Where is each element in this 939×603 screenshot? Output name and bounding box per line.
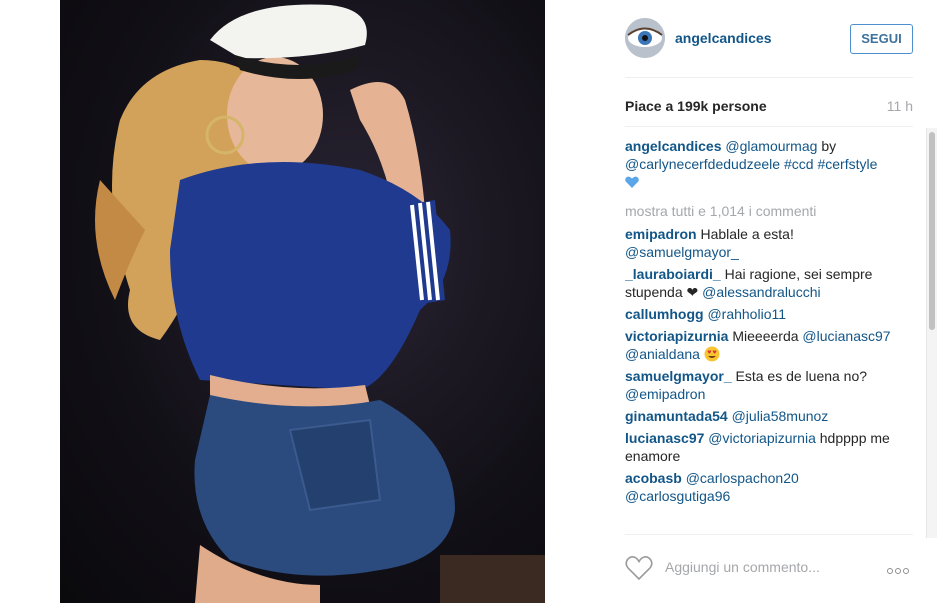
comment-mention[interactable]: @lucianasc97 bbox=[802, 328, 890, 344]
comment-username[interactable]: acobasb bbox=[625, 470, 682, 486]
more-options-icon[interactable] bbox=[887, 561, 913, 574]
photo-pane bbox=[0, 0, 605, 603]
comment-item: emipadron Hablale a esta! @samuelgmayor_ bbox=[625, 225, 913, 261]
comment-footer bbox=[625, 534, 913, 603]
post-header: angelcandices SEGUI bbox=[625, 18, 913, 78]
comment-mention[interactable]: @alessandralucchi bbox=[702, 284, 821, 300]
show-all-comments-link[interactable]: mostra tutti e 1,014 i commenti bbox=[625, 203, 913, 219]
comment-item: _lauraboiardi_ Hai ragione, sei sempre s… bbox=[625, 265, 913, 301]
comment-mention[interactable]: @rahholio11 bbox=[707, 306, 786, 322]
comment-item: ginamuntada54 @julia58munoz bbox=[625, 407, 913, 425]
post-username[interactable]: angelcandices bbox=[675, 30, 772, 46]
heart-eyes-emoji-icon bbox=[704, 346, 720, 362]
caption-hashtag[interactable]: #ccd bbox=[784, 156, 814, 172]
comment-mention[interactable]: @anialdana bbox=[625, 346, 700, 362]
add-comment-input[interactable] bbox=[665, 557, 865, 577]
comment-mention[interactable]: @julia58munoz bbox=[732, 408, 829, 424]
caption-mention[interactable]: @glamourmag bbox=[725, 138, 817, 154]
post-caption: angelcandices @glamourmag by @carlynecer… bbox=[625, 137, 913, 191]
comment-item: victoriapizurnia Mieeeerda @lucianasc97 … bbox=[625, 327, 913, 363]
comment-username[interactable]: _lauraboiardi_ bbox=[625, 266, 721, 282]
comment-username[interactable]: victoriapizurnia bbox=[625, 328, 728, 344]
comment-mention[interactable]: @carlospachon20 bbox=[686, 470, 799, 486]
heart-outline-icon[interactable] bbox=[625, 555, 653, 581]
comment-text: Mieeeerda bbox=[732, 328, 799, 344]
comment-mention[interactable]: @emipadron bbox=[625, 386, 705, 402]
scrollbar[interactable] bbox=[926, 128, 937, 538]
photo-illustration bbox=[95, 4, 545, 603]
comments-list: angelcandices @glamourmag by @carlynecer… bbox=[625, 126, 913, 534]
post-sidebar: angelcandices SEGUI Piace a 199k persone… bbox=[605, 0, 939, 603]
comment-username[interactable]: lucianasc97 bbox=[625, 430, 704, 446]
photo-crate bbox=[440, 555, 545, 603]
post-photo[interactable] bbox=[60, 0, 545, 603]
follow-button[interactable]: SEGUI bbox=[850, 24, 913, 54]
likes-row: Piace a 199k persone 11 h bbox=[625, 98, 913, 118]
comment-username[interactable]: samuelgmayor_ bbox=[625, 368, 732, 384]
comment-text: Esta es de luena no? bbox=[735, 368, 868, 384]
caption-hashtag[interactable]: #cerfstyle bbox=[817, 156, 877, 172]
comment-mention[interactable]: @carlosgutiga96 bbox=[625, 488, 730, 504]
post-time[interactable]: 11 h bbox=[887, 98, 913, 114]
comment-item: callumhogg @rahholio11 bbox=[625, 305, 913, 323]
comment-item: lucianasc97 @victoriapizurnia hdpppp me … bbox=[625, 429, 913, 465]
photo-cap bbox=[210, 4, 367, 59]
blue-heart-icon bbox=[625, 176, 639, 188]
comment-mention[interactable]: @samuelgmayor_ bbox=[625, 244, 739, 260]
scrollbar-thumb[interactable] bbox=[929, 132, 935, 330]
comment-username[interactable]: ginamuntada54 bbox=[625, 408, 728, 424]
comment-text: Hablale a esta! bbox=[700, 226, 794, 242]
comment-username[interactable]: callumhogg bbox=[625, 306, 704, 322]
caption-mention[interactable]: @carlynecerfdedudzeele bbox=[625, 156, 780, 172]
avatar-eye-icon bbox=[625, 18, 665, 58]
caption-username[interactable]: angelcandices bbox=[625, 138, 722, 154]
comment-item: acobasb @carlospachon20 @carlosgutiga96 bbox=[625, 469, 913, 505]
comment-mention[interactable]: @victoriapizurnia bbox=[708, 430, 816, 446]
comment-username[interactable]: emipadron bbox=[625, 226, 697, 242]
avatar[interactable] bbox=[625, 18, 665, 58]
photo-top bbox=[170, 162, 451, 390]
likes-count[interactable]: Piace a 199k persone bbox=[625, 98, 767, 114]
caption-text: by bbox=[821, 138, 837, 154]
comment-item: samuelgmayor_ Esta es de luena no? @emip… bbox=[625, 367, 913, 403]
black-heart-icon: ❤ bbox=[686, 284, 699, 300]
